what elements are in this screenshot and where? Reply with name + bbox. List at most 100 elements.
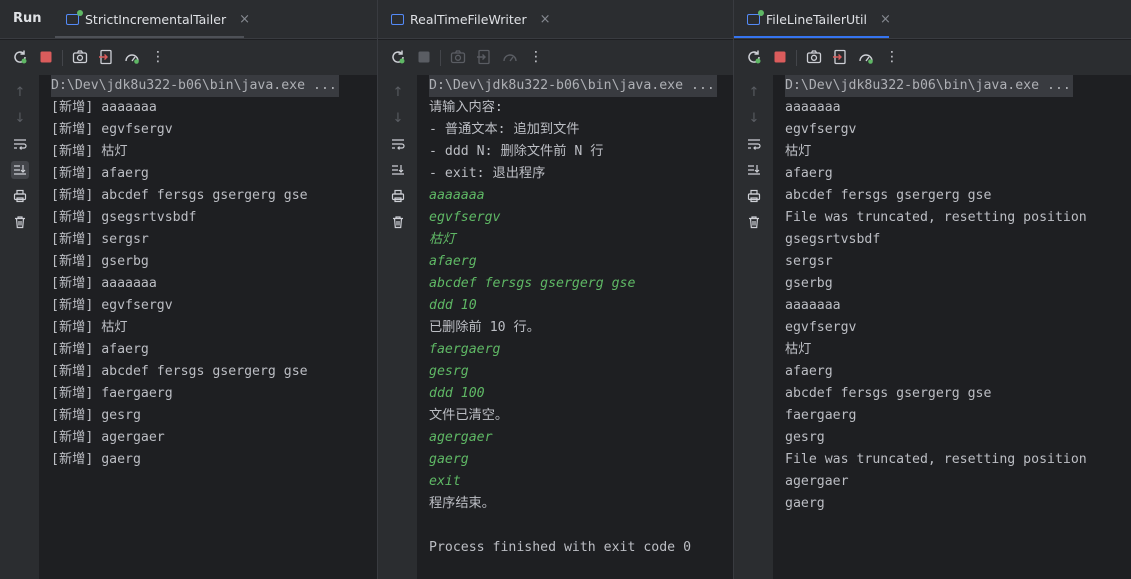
console-input-line: gaerg — [429, 452, 469, 467]
profiler-icon[interactable] — [857, 48, 875, 66]
console-output-line: 程序结束。 — [429, 496, 495, 511]
scroll-up-icon[interactable]: ↑ — [745, 83, 763, 101]
close-tab-icon[interactable]: × — [540, 12, 551, 27]
more-options-icon[interactable]: ⋮ — [149, 48, 167, 66]
console-input-line: faergaerg — [429, 342, 501, 357]
console-output-line: File was truncated, resetting position — [785, 210, 1087, 225]
console-output-line: [新增] sergsr — [51, 232, 149, 247]
rerun-icon[interactable] — [11, 48, 29, 66]
tab-file-line-tailer-util[interactable]: FileLineTailerUtil × — [747, 0, 891, 39]
console-output-line: [新增] afaerg — [51, 342, 149, 357]
console-output-line: 枯灯 — [785, 342, 812, 357]
scroll-up-icon[interactable]: ↑ — [389, 83, 407, 101]
print-icon[interactable] — [11, 187, 29, 205]
console-output-line: abcdef fersgs gsergerg gse — [785, 386, 992, 401]
soft-wrap-icon[interactable] — [389, 135, 407, 153]
console-toolbar: ⋮ — [378, 40, 734, 75]
console-output-line: 枯灯 — [785, 144, 812, 159]
console-output-line: [新增] egvfsergv — [51, 122, 173, 137]
console-toolbar: ⋮ — [0, 40, 378, 75]
stop-icon[interactable] — [37, 48, 55, 66]
console-output-line: [新增] gserbg — [51, 254, 149, 269]
console-output-line: abcdef fersgs gsergerg gse — [785, 188, 992, 203]
export-icon — [475, 48, 493, 66]
console-output-line: 请输入内容: — [429, 100, 503, 115]
console-output-line: egvfsergv — [785, 122, 857, 137]
console-output-line: [新增] 枯灯 — [51, 320, 128, 335]
run-panel-strict-incremental-tailer: Run StrictIncrementalTailer × ⋮ ↑ ↓ D:\D… — [0, 0, 378, 579]
console-gutter: ↑ ↓ — [734, 75, 773, 579]
scroll-to-end-icon[interactable] — [745, 161, 763, 179]
console-output-line: File was truncated, resetting position — [785, 452, 1087, 467]
toolbar-separator — [796, 50, 797, 66]
java-class-icon — [391, 14, 404, 25]
console-input-line: 枯灯 — [429, 232, 456, 247]
scroll-down-icon[interactable]: ↓ — [389, 109, 407, 127]
console-input-line: aaaaaaa — [429, 188, 485, 203]
console-output-line: gesrg — [785, 430, 825, 445]
console-output-line: - exit: 退出程序 — [429, 166, 546, 181]
clear-all-icon[interactable] — [745, 213, 763, 231]
console-output-line: - ddd N: 删除文件前 N 行 — [429, 144, 604, 159]
more-options-icon[interactable]: ⋮ — [883, 48, 901, 66]
close-tab-icon[interactable]: × — [239, 12, 250, 27]
tab-title: RealTimeFileWriter — [410, 12, 527, 27]
console-input-line: egvfsergv — [429, 210, 501, 225]
console-input-line: ddd 100 — [429, 386, 485, 401]
console-input-line: gesrg — [429, 364, 469, 379]
stop-icon[interactable] — [771, 48, 789, 66]
screenshot-icon — [449, 48, 467, 66]
console-output-line: 已删除前 10 行。 — [429, 320, 540, 335]
scroll-to-end-icon[interactable] — [389, 161, 407, 179]
tab-real-time-file-writer[interactable]: RealTimeFileWriter × — [391, 0, 551, 39]
print-icon[interactable] — [745, 187, 763, 205]
close-tab-icon[interactable]: × — [880, 12, 891, 27]
console-output-line: agergaer — [785, 474, 849, 489]
toolbar-separator — [62, 50, 63, 66]
command-line: D:\Dev\jdk8u322-b06\bin\java.exe ... — [785, 75, 1073, 97]
tab-strict-incremental-tailer[interactable]: StrictIncrementalTailer × — [66, 0, 250, 39]
console-output-line: egvfsergv — [785, 320, 857, 335]
more-options-icon[interactable]: ⋮ — [527, 48, 545, 66]
console-output[interactable]: D:\Dev\jdk8u322-b06\bin\java.exe ... 请输入内… — [417, 75, 734, 579]
console-output-line: [新增] aaaaaaa — [51, 276, 157, 291]
rerun-icon[interactable] — [745, 48, 763, 66]
console-output-line: [新增] agergaer — [51, 430, 165, 445]
toolbar-separator — [440, 50, 441, 66]
scroll-up-icon[interactable]: ↑ — [11, 83, 29, 101]
console-output-line: [新增] egvfsergv — [51, 298, 173, 313]
console-output-line: afaerg — [785, 364, 833, 379]
print-icon[interactable] — [389, 187, 407, 205]
rerun-icon[interactable] — [389, 48, 407, 66]
console-output-line: [新增] gsegsrtvsbdf — [51, 210, 197, 225]
console-output-line: gsegsrtvsbdf — [785, 232, 881, 247]
tab-bar: Run StrictIncrementalTailer × — [0, 0, 378, 39]
divider — [378, 38, 734, 39]
screenshot-icon[interactable] — [805, 48, 823, 66]
console-output-line: [新增] abcdef fersgs gsergerg gse — [51, 188, 308, 203]
export-icon[interactable] — [97, 48, 115, 66]
clear-all-icon[interactable] — [389, 213, 407, 231]
console-output-line: [新增] 枯灯 — [51, 144, 128, 159]
screenshot-icon[interactable] — [71, 48, 89, 66]
console-gutter: ↑ ↓ — [378, 75, 417, 579]
tab-bar: RealTimeFileWriter × — [378, 0, 734, 39]
console-input-line: exit — [429, 474, 461, 489]
console-output[interactable]: D:\Dev\jdk8u322-b06\bin\java.exe ... aaaa… — [773, 75, 1131, 579]
console-output-line: gaerg — [785, 496, 825, 511]
scroll-down-icon[interactable]: ↓ — [11, 109, 29, 127]
soft-wrap-icon[interactable] — [745, 135, 763, 153]
java-class-running-icon — [747, 10, 764, 25]
console-gutter: ↑ ↓ — [0, 75, 39, 579]
console-output[interactable]: D:\Dev\jdk8u322-b06\bin\java.exe ... [新增]… — [39, 75, 378, 579]
scroll-to-end-icon[interactable] — [11, 161, 29, 179]
console-input-line: agergaer — [429, 430, 493, 445]
divider — [0, 38, 378, 39]
clear-all-icon[interactable] — [11, 213, 29, 231]
scroll-down-icon[interactable]: ↓ — [745, 109, 763, 127]
soft-wrap-icon[interactable] — [11, 135, 29, 153]
profiler-icon[interactable] — [123, 48, 141, 66]
export-icon[interactable] — [831, 48, 849, 66]
divider — [734, 38, 1131, 39]
console-output-line: gserbg — [785, 276, 833, 291]
